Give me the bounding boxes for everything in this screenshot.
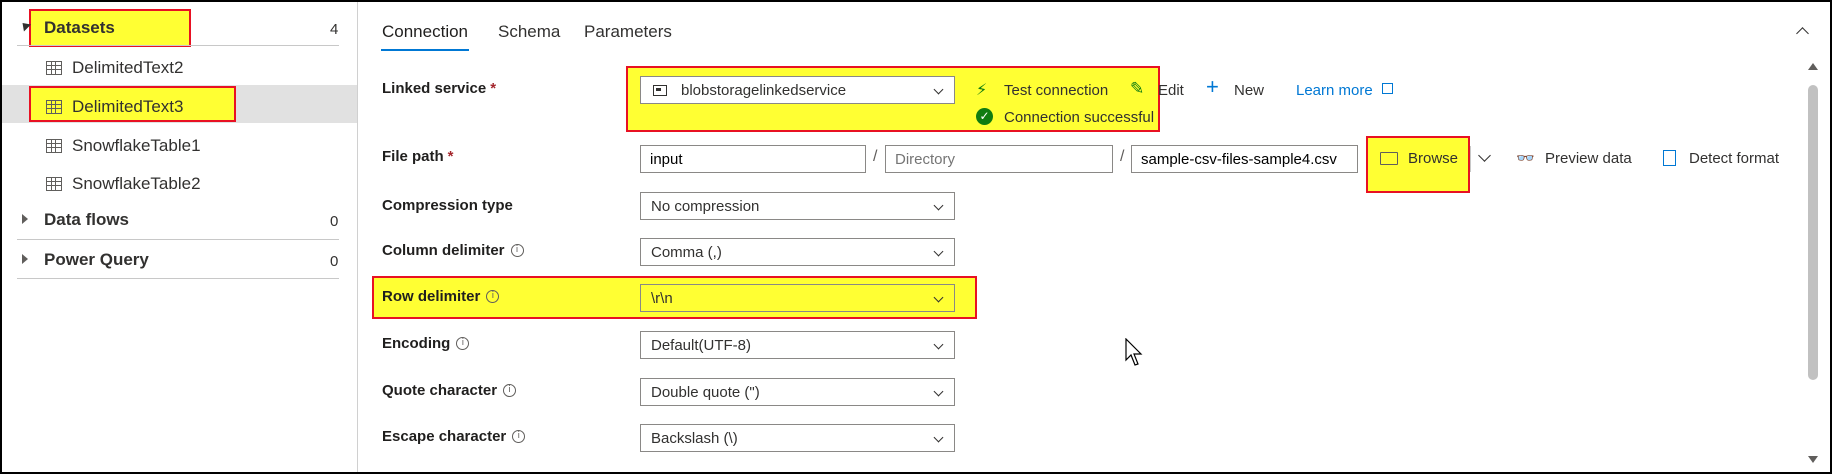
power-query-header[interactable]: Power Query — [44, 250, 149, 270]
tab-connection[interactable]: Connection — [382, 22, 468, 42]
datasets-count: 4 — [330, 21, 339, 38]
chevron-down-icon — [933, 84, 944, 95]
compression-type-label: Compression type — [382, 197, 513, 214]
quote-character-label: Quote character i — [382, 382, 517, 399]
scroll-up-icon[interactable] — [1808, 63, 1818, 70]
file-input[interactable] — [1131, 145, 1358, 173]
folder-icon — [1380, 152, 1398, 165]
list-item-snowflaketable1[interactable]: SnowflakeTable1 — [46, 136, 201, 156]
compression-type-select[interactable]: No compression — [640, 192, 955, 220]
tab-parameters[interactable]: Parameters — [584, 22, 672, 42]
info-icon[interactable]: i — [512, 430, 526, 443]
active-tab-indicator — [381, 49, 469, 51]
expand-caret-icon[interactable] — [22, 254, 28, 264]
divider — [1470, 146, 1471, 172]
detect-format-button[interactable]: Detect format — [1689, 150, 1779, 167]
info-icon[interactable]: i — [486, 290, 500, 303]
scroll-down-icon[interactable] — [1808, 456, 1818, 463]
storage-icon — [653, 84, 667, 96]
success-check-icon: ✓ — [976, 108, 993, 125]
chevron-down-icon — [933, 432, 944, 443]
row-delimiter-label: Row delimiter i — [382, 288, 500, 305]
path-separator: / — [873, 148, 878, 165]
divider — [17, 278, 339, 279]
info-icon[interactable]: i — [510, 244, 524, 257]
item-label: SnowflakeTable2 — [72, 174, 201, 193]
data-flows-count: 0 — [330, 213, 339, 230]
plus-icon[interactable]: + — [1206, 76, 1219, 98]
quote-character-select[interactable]: Double quote (") — [640, 378, 955, 406]
chevron-down-icon — [933, 292, 944, 303]
column-delimiter-label: Column delimiter i — [382, 242, 524, 259]
escape-character-label: Escape character i — [382, 428, 526, 445]
expand-caret-icon[interactable] — [22, 214, 28, 224]
external-link-icon[interactable] — [1382, 83, 1393, 94]
learn-more-link[interactable]: Learn more — [1296, 82, 1373, 99]
chevron-down-icon — [933, 386, 944, 397]
edit-button[interactable]: Edit — [1158, 82, 1184, 99]
list-item-delimitedtext2[interactable]: DelimitedText2 — [46, 58, 184, 78]
tab-schema[interactable]: Schema — [498, 22, 560, 42]
divider — [17, 239, 339, 240]
escape-character-select[interactable]: Backslash (\) — [640, 424, 955, 452]
column-delimiter-select[interactable]: Comma (,) — [640, 238, 955, 266]
datasets-header[interactable]: Datasets — [44, 18, 115, 38]
row-delimiter-select[interactable]: \r\n — [640, 284, 955, 312]
container-input[interactable] — [640, 145, 866, 173]
chevron-down-icon — [933, 339, 944, 350]
table-icon — [46, 61, 62, 75]
connection-status: Connection successful — [1004, 109, 1155, 126]
divider — [17, 45, 339, 46]
glasses-icon: 👓 — [1516, 150, 1535, 167]
table-icon — [46, 100, 62, 114]
item-label: DelimitedText2 — [72, 58, 184, 77]
table-icon — [46, 177, 62, 191]
edit-icon[interactable]: ✎ — [1130, 79, 1144, 99]
item-label: SnowflakeTable1 — [72, 136, 201, 155]
chevron-down-icon — [933, 246, 944, 257]
encoding-select[interactable]: Default(UTF-8) — [640, 331, 955, 359]
data-flows-header[interactable]: Data flows — [44, 210, 129, 230]
item-label: DelimitedText3 — [72, 97, 184, 116]
mouse-cursor-icon — [1125, 338, 1143, 366]
test-connection-button[interactable]: Test connection — [1004, 82, 1108, 99]
preview-data-button[interactable]: Preview data — [1545, 150, 1632, 167]
power-query-count: 0 — [330, 253, 339, 270]
info-icon[interactable]: i — [456, 337, 470, 350]
linked-service-label: Linked service * — [382, 80, 497, 97]
test-connection-icon: ⚡ — [976, 82, 988, 99]
new-button[interactable]: New — [1234, 82, 1264, 99]
browse-button[interactable]: Browse — [1408, 150, 1458, 167]
factory-resources-panel: Datasets 4 DelimitedText2 DelimitedText3… — [2, 2, 358, 472]
file-path-label: File path * — [382, 148, 454, 165]
directory-input[interactable] — [885, 145, 1113, 173]
list-item-snowflaketable2[interactable]: SnowflakeTable2 — [46, 174, 201, 194]
linked-service-select[interactable]: blobstoragelinkedservice — [640, 76, 955, 104]
table-icon — [46, 139, 62, 153]
scrollbar-thumb[interactable] — [1808, 85, 1818, 380]
encoding-label: Encoding i — [382, 335, 470, 352]
list-item-delimitedtext3[interactable]: DelimitedText3 — [46, 97, 184, 117]
path-separator: / — [1120, 148, 1125, 165]
detect-format-icon — [1663, 150, 1676, 166]
info-icon[interactable]: i — [503, 384, 517, 397]
chevron-down-icon — [933, 200, 944, 211]
